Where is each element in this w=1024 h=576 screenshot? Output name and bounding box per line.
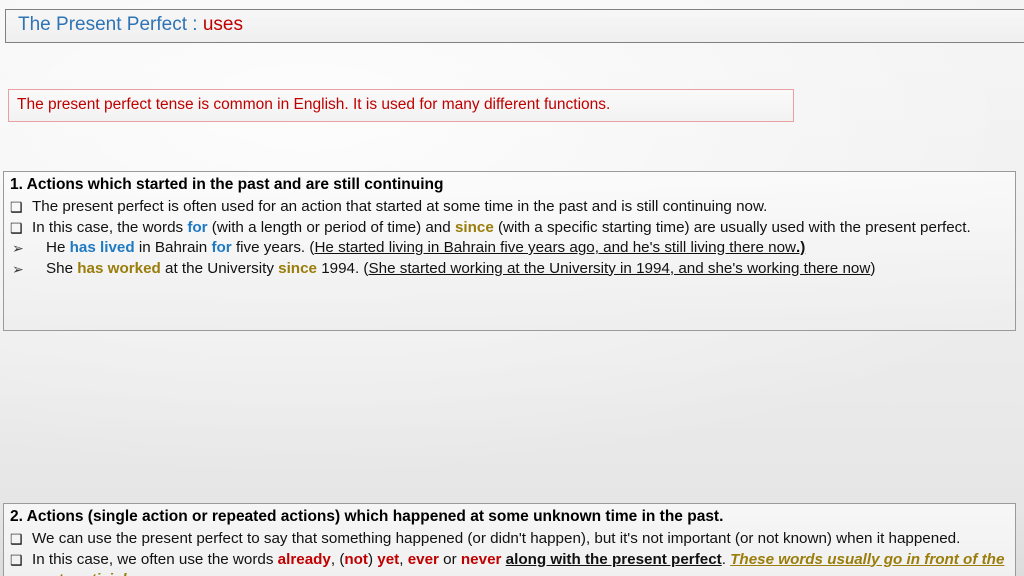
section-1-heading: 1. Actions which started in the past and… bbox=[10, 176, 444, 193]
text-run: (with a length or period of time) and bbox=[207, 218, 455, 236]
text-run: He started living in Bahrain five years … bbox=[314, 239, 796, 256]
bullet-text: In this case, we often use the words alr… bbox=[32, 550, 1015, 576]
text-run: (with a specific starting time) are usua… bbox=[493, 218, 971, 236]
intro-banner-text: The present perfect tense is common in E… bbox=[17, 96, 611, 113]
section-2-body: ❑ We can use the present perfect to say t… bbox=[4, 529, 1015, 576]
slide-title: The Present Perfect : uses bbox=[5, 9, 1024, 43]
text-run: We can use the present perfect to say th… bbox=[32, 530, 961, 547]
text-run: ever bbox=[407, 550, 439, 568]
text-run: She started working at the University in… bbox=[368, 259, 871, 277]
text-run: at the University bbox=[160, 259, 279, 277]
bullet-text: We can use the present perfect to say th… bbox=[32, 529, 1015, 550]
slide-canvas: The Present Perfect : uses The present p… bbox=[0, 0, 1024, 576]
text-run: along with the present perfect bbox=[505, 550, 722, 568]
arrow-bullet-icon: ➢ bbox=[12, 260, 24, 277]
text-run: has lived bbox=[69, 239, 135, 256]
square-bullet-icon: ❑ bbox=[10, 219, 23, 236]
text-run: in Bahrain bbox=[134, 239, 212, 256]
text-run: yet bbox=[377, 550, 400, 568]
square-bullet-icon: ❑ bbox=[10, 551, 23, 568]
text-run: The present perfect is often used for an… bbox=[32, 198, 768, 215]
square-bullet-icon: ❑ bbox=[10, 531, 23, 547]
text-run: for bbox=[187, 218, 208, 236]
text-run: has worked bbox=[77, 259, 161, 277]
text-run: In this case, we often use the words bbox=[32, 550, 278, 568]
title-colon: : bbox=[186, 14, 203, 35]
bullet-row: ❑ We can use the present perfect to say t… bbox=[4, 529, 1015, 550]
bullet-row: ➢ She has worked at the University since … bbox=[4, 259, 1015, 280]
bullet-text: The present perfect is often used for an… bbox=[32, 197, 1015, 218]
text-run: never bbox=[460, 550, 502, 568]
text-run: . bbox=[721, 550, 731, 568]
bullet-text: He has lived in Bahrain for five years. … bbox=[46, 238, 1015, 259]
text-run: ) bbox=[368, 550, 378, 568]
text-run: 1994. ( bbox=[316, 259, 369, 277]
text-run: .) bbox=[796, 239, 806, 256]
bullet-row: ➢ He has lived in Bahrain for five years.… bbox=[4, 238, 1015, 259]
title-main: The Present Perfect bbox=[18, 14, 187, 35]
text-run: or bbox=[438, 550, 461, 568]
section-2-heading: 2. Actions (single action or repeated ac… bbox=[10, 508, 724, 525]
text-run: ) bbox=[870, 259, 876, 277]
text-run: already bbox=[277, 550, 331, 568]
bullet-text: She has worked at the University since 1… bbox=[46, 259, 1015, 280]
text-run: five years. ( bbox=[231, 239, 315, 256]
section-1: 1. Actions which started in the past and… bbox=[3, 171, 1016, 331]
square-bullet-icon: ❑ bbox=[10, 199, 23, 215]
section-2: 2. Actions (single action or repeated ac… bbox=[3, 503, 1016, 576]
text-run: since bbox=[454, 218, 494, 236]
bullet-row: ❑ The present perfect is often used for a… bbox=[4, 197, 1015, 218]
bullet-row: ❑ In this case, the words for (with a len… bbox=[4, 218, 1015, 239]
text-run: He bbox=[46, 239, 70, 256]
text-run: , ( bbox=[330, 550, 345, 568]
title-accent: uses bbox=[202, 14, 243, 35]
section-1-body: ❑ The present perfect is often used for a… bbox=[4, 197, 1015, 279]
bullet-row: ❑ In this case, we often use the words al… bbox=[4, 550, 1015, 576]
text-run: since bbox=[278, 259, 317, 277]
arrow-bullet-icon: ➢ bbox=[12, 240, 24, 256]
text-run: , bbox=[399, 550, 408, 568]
text-run: She bbox=[46, 259, 78, 277]
bullet-text: In this case, the words for (with a leng… bbox=[32, 218, 1015, 239]
text-run: not bbox=[344, 550, 368, 568]
intro-banner: The present perfect tense is common in E… bbox=[8, 89, 794, 122]
text-run: for bbox=[211, 239, 232, 256]
text-run: In this case, the words bbox=[32, 218, 188, 236]
